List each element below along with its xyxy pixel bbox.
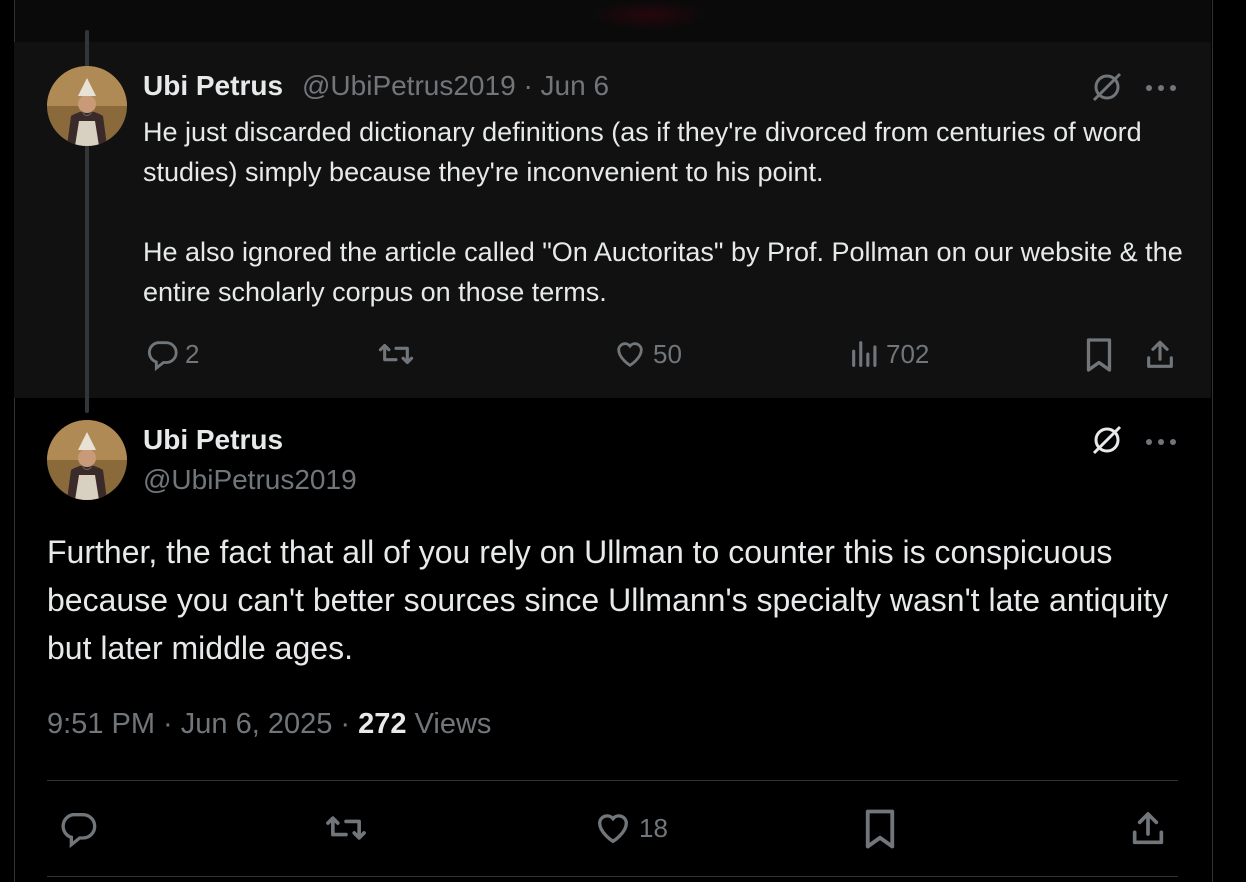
reply-button[interactable] xyxy=(58,808,98,848)
author-meta: @UbiPetrus2019 · Jun 6 xyxy=(302,70,609,102)
author-name[interactable]: Ubi Petrus xyxy=(143,70,283,102)
bookmark-icon xyxy=(865,809,895,849)
like-icon xyxy=(617,342,643,368)
view-count: 272 xyxy=(358,708,407,740)
share-button[interactable] xyxy=(1128,808,1168,850)
views-label: Views xyxy=(406,708,492,740)
repost-button[interactable] xyxy=(375,337,417,371)
post-text: Further, the fact that all of you rely o… xyxy=(47,534,1169,666)
reply-paragraph: He also ignored the article called "On A… xyxy=(143,237,1183,307)
bookmark-icon xyxy=(1086,338,1112,372)
reply-icon xyxy=(61,813,97,848)
avatar[interactable] xyxy=(47,66,127,146)
reply-paragraph: He just discarded dictionary definitions… xyxy=(143,117,1142,187)
author-name[interactable]: Ubi Petrus xyxy=(143,424,283,456)
more-icon[interactable] xyxy=(1145,80,1177,98)
more-icon[interactable] xyxy=(1145,434,1177,452)
avatar[interactable] xyxy=(47,420,127,500)
grok-icon[interactable] xyxy=(1090,423,1124,462)
share-button[interactable] xyxy=(1143,337,1177,373)
author-handle[interactable]: @UbiPetrus2019 xyxy=(143,464,357,496)
divider xyxy=(47,876,1178,877)
share-icon xyxy=(1132,812,1164,845)
post-date[interactable]: Jun 6 xyxy=(541,70,610,101)
meta-separator: · xyxy=(523,70,533,101)
repost-button[interactable] xyxy=(323,808,369,848)
post-timestamp: 9:51 PM · Jun 6, 2025 · 272 Views xyxy=(47,708,491,741)
reply-icon xyxy=(147,341,178,371)
reply-text: He just discarded dictionary definitions… xyxy=(143,112,1193,312)
share-icon xyxy=(1147,340,1173,368)
reply-count: 2 xyxy=(185,338,200,369)
reply-button[interactable]: 2 xyxy=(145,337,199,371)
bookmark-button[interactable] xyxy=(862,808,898,850)
post-time[interactable]: 9:51 PM · Jun 6, 2025 · xyxy=(47,708,358,740)
repost-icon xyxy=(326,816,366,840)
like-button[interactable]: 50 xyxy=(613,337,682,371)
repost-icon xyxy=(378,343,414,365)
divider xyxy=(47,780,1178,781)
like-count: 50 xyxy=(653,338,682,369)
author-handle[interactable]: @UbiPetrus2019 xyxy=(302,70,516,101)
like-count: 18 xyxy=(639,812,668,843)
view-count: 702 xyxy=(886,338,930,369)
views-icon xyxy=(852,341,877,367)
like-icon xyxy=(597,814,629,844)
bookmark-button[interactable] xyxy=(1083,337,1115,373)
like-button[interactable]: 18 xyxy=(593,808,668,848)
views-button[interactable]: 702 xyxy=(850,337,929,371)
grok-icon[interactable] xyxy=(1090,70,1124,109)
